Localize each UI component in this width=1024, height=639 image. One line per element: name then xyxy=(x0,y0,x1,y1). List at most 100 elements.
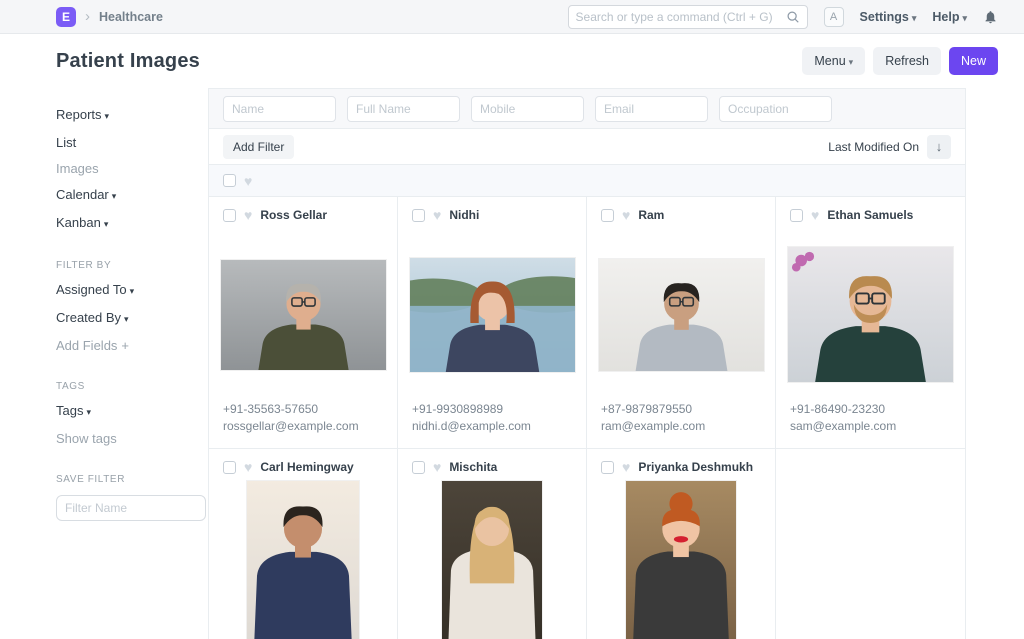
patient-name[interactable]: Ethan Samuels xyxy=(827,208,913,222)
patient-name[interactable]: Nidhi xyxy=(449,208,479,222)
filter-actions-row: Add Filter Last Modified On ↓ xyxy=(209,129,965,165)
tags-section-label: TAGS xyxy=(56,381,208,392)
settings-menu[interactable]: Settings▾ xyxy=(860,10,917,24)
plus-icon: + xyxy=(121,338,129,353)
app-logo[interactable]: E xyxy=(56,7,76,27)
quick-filter-row xyxy=(209,89,965,129)
select-checkbox[interactable] xyxy=(223,209,236,222)
patient-photo[interactable] xyxy=(598,258,765,372)
filter-by-label: FILTER BY xyxy=(56,260,208,271)
chevron-down-icon: ▾ xyxy=(104,219,109,229)
patient-card: ♥ Ethan Samuels +91-86490-23230 sam@exam… xyxy=(776,197,965,448)
chevron-down-icon: ▾ xyxy=(912,13,917,23)
notifications-bell-icon[interactable] xyxy=(983,9,998,25)
search-icon xyxy=(786,10,800,24)
like-heart-icon[interactable]: ♥ xyxy=(433,460,441,474)
tags-dropdown[interactable]: Tags▾ xyxy=(56,402,208,421)
user-avatar[interactable]: A xyxy=(824,7,844,27)
show-tags-link[interactable]: Show tags xyxy=(56,430,208,447)
patient-photo[interactable] xyxy=(409,257,576,373)
patient-card: ♥ Nidhi +91-9930898989 nidhi.d@example.c… xyxy=(398,197,587,448)
filter-name-input[interactable] xyxy=(56,495,206,521)
chevron-down-icon: ▾ xyxy=(962,13,967,23)
select-all-checkbox[interactable] xyxy=(223,174,236,187)
patient-photo[interactable] xyxy=(246,480,360,639)
list-sidebar: Reports▾ List Images Calendar▾ Kanban▾ F… xyxy=(0,88,208,639)
search-input[interactable] xyxy=(576,10,786,24)
like-heart-icon[interactable]: ♥ xyxy=(622,460,630,474)
top-navbar: E › Healthcare A Settings▾ Help▾ xyxy=(0,0,1024,34)
page-title: Patient Images xyxy=(56,50,200,73)
menu-button[interactable]: Menu▾ xyxy=(802,47,865,75)
like-heart-icon[interactable]: ♥ xyxy=(244,460,252,474)
refresh-button[interactable]: Refresh xyxy=(873,47,941,75)
patient-photo[interactable] xyxy=(441,480,543,639)
patient-name[interactable]: Ram xyxy=(638,208,664,222)
sidebar-item-kanban[interactable]: Kanban▾ xyxy=(56,214,208,233)
patient-name[interactable]: Carl Hemingway xyxy=(260,460,353,474)
patient-phone: +87-9879879550 xyxy=(601,401,761,418)
page-header: Patient Images Menu▾ Refresh New xyxy=(0,34,1024,88)
assigned-to-filter[interactable]: Assigned To▾ xyxy=(56,281,208,300)
like-heart-icon[interactable]: ♥ xyxy=(244,208,252,222)
patient-phone: +91-86490-23230 xyxy=(790,401,951,418)
full-name-filter-input[interactable] xyxy=(347,96,460,122)
breadcrumb[interactable]: Healthcare xyxy=(99,10,163,24)
patient-card: ♥ Ross Gellar +91-35563-57650 rossgellar… xyxy=(209,197,398,448)
patient-name[interactable]: Ross Gellar xyxy=(260,208,327,222)
name-filter-input[interactable] xyxy=(223,96,336,122)
sidebar-item-list[interactable]: List xyxy=(56,134,208,151)
patient-name[interactable]: Priyanka Deshmukh xyxy=(638,460,753,474)
add-fields-link[interactable]: Add Fields+ xyxy=(56,337,208,354)
empty-grid-cell xyxy=(776,449,965,639)
like-heart-icon[interactable]: ♥ xyxy=(622,208,630,222)
occupation-filter-input[interactable] xyxy=(719,96,832,122)
patient-phone: +91-9930898989 xyxy=(412,401,572,418)
add-filter-button[interactable]: Add Filter xyxy=(223,135,294,159)
select-checkbox[interactable] xyxy=(223,461,236,474)
global-search[interactable] xyxy=(568,5,808,29)
patient-name[interactable]: Mischita xyxy=(449,460,497,474)
save-filter-label: SAVE FILTER xyxy=(56,474,208,485)
created-by-filter[interactable]: Created By▾ xyxy=(56,309,208,328)
patient-card: ♥ Priyanka Deshmukh xyxy=(587,449,776,639)
patient-email: rossgellar@example.com xyxy=(223,418,383,435)
like-heart-icon[interactable]: ♥ xyxy=(433,208,441,222)
sort-direction-button[interactable]: ↓ xyxy=(927,135,951,159)
chevron-down-icon: ▾ xyxy=(124,314,129,324)
patient-email: ram@example.com xyxy=(601,418,761,435)
list-header-row: ♥ xyxy=(209,165,965,197)
select-checkbox[interactable] xyxy=(790,209,803,222)
patient-photo[interactable] xyxy=(220,259,387,371)
chevron-down-icon: ▾ xyxy=(849,57,854,67)
chevron-down-icon: ▾ xyxy=(86,407,91,417)
email-filter-input[interactable] xyxy=(595,96,708,122)
select-checkbox[interactable] xyxy=(601,209,614,222)
sort-field-label[interactable]: Last Modified On xyxy=(828,140,919,154)
mobile-filter-input[interactable] xyxy=(471,96,584,122)
chevron-down-icon: ▾ xyxy=(130,286,135,296)
select-checkbox[interactable] xyxy=(412,209,425,222)
patient-card: ♥ Mischita xyxy=(398,449,587,639)
patient-photo[interactable] xyxy=(625,480,737,639)
sidebar-item-calendar[interactable]: Calendar▾ xyxy=(56,186,208,205)
like-heart-icon[interactable]: ♥ xyxy=(811,208,819,222)
card-grid-row-1: ♥ Ross Gellar +91-35563-57650 rossgellar… xyxy=(209,197,965,449)
patient-email: nidhi.d@example.com xyxy=(412,418,572,435)
patient-card: ♥ Carl Hemingway xyxy=(209,449,398,639)
card-grid-row-2: ♥ Carl Hemingway ♥ Mischita ♥ Priyanka D… xyxy=(209,449,965,639)
sidebar-item-reports[interactable]: Reports▾ xyxy=(56,106,208,125)
chevron-down-icon: ▾ xyxy=(105,111,110,121)
select-checkbox[interactable] xyxy=(601,461,614,474)
patient-phone: +91-35563-57650 xyxy=(223,401,383,418)
help-menu[interactable]: Help▾ xyxy=(932,10,967,24)
patient-email: sam@example.com xyxy=(790,418,951,435)
sidebar-item-images[interactable]: Images xyxy=(56,160,208,177)
liked-filter-heart-icon[interactable]: ♥ xyxy=(244,174,252,188)
patient-photo[interactable] xyxy=(787,246,954,383)
patient-card: ♥ Ram +87-9879879550 ram@example.com xyxy=(587,197,776,448)
select-checkbox[interactable] xyxy=(412,461,425,474)
image-view-main: Add Filter Last Modified On ↓ ♥ ♥ Ross G… xyxy=(208,88,966,639)
chevron-down-icon: ▾ xyxy=(112,191,117,201)
new-button[interactable]: New xyxy=(949,47,998,75)
